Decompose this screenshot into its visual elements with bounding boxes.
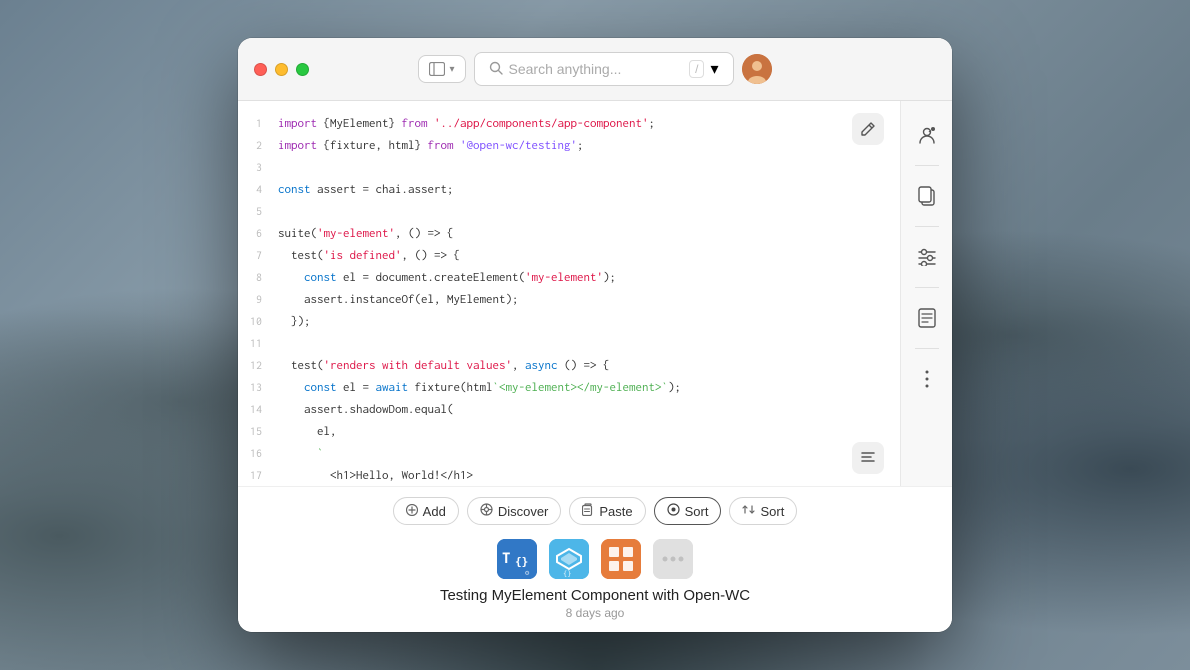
table-row: 4 const assert = chai.assert;: [238, 179, 900, 201]
search-shortcut: /: [689, 60, 704, 78]
table-row: 12 test('renders with default values', a…: [238, 355, 900, 377]
minimize-button[interactable]: [275, 63, 288, 76]
more-button[interactable]: [909, 361, 945, 397]
notes-button[interactable]: [909, 300, 945, 336]
filetype-row: T {} ⚙ {}: [238, 533, 952, 583]
avatar-image: [742, 54, 772, 84]
placeholder-icon-svg: [653, 539, 693, 579]
plus-icon: [406, 503, 418, 519]
footer-subtitle: 8 days ago: [254, 606, 936, 620]
separator: [915, 226, 939, 227]
search-bar[interactable]: Search anything... / ▾: [474, 52, 734, 86]
separator: [915, 165, 939, 166]
discover-icon: [480, 503, 493, 519]
sort-arrows-icon: [742, 503, 755, 519]
maximize-button[interactable]: [296, 63, 309, 76]
person-link-button[interactable]: [909, 117, 945, 153]
traffic-lights: [254, 63, 309, 76]
sort-button-1[interactable]: Sort: [654, 497, 722, 525]
right-sidebar: [900, 101, 952, 486]
search-chevron-icon: ▾: [710, 59, 718, 79]
chevron-icon: ▾: [449, 64, 454, 75]
table-row: 14 assert.shadowDom.equal(: [238, 399, 900, 421]
table-row: 7 test('is defined', () => {: [238, 245, 900, 267]
table-row: 8 const el = document.createElement('my-…: [238, 267, 900, 289]
discover-button[interactable]: Discover: [467, 497, 562, 525]
table-row: 17 <h1>Hello, World!</h1>: [238, 465, 900, 486]
avatar[interactable]: [742, 54, 772, 84]
code-lines: 1 import {MyElement} from '../app/compon…: [238, 101, 900, 486]
paste-icon: [582, 503, 594, 519]
toolbar-center: ▾ Search anything... / ▾: [418, 52, 771, 86]
grid-filetype-icon[interactable]: [601, 539, 641, 579]
sort-circle-icon: [667, 503, 680, 519]
svg-text:{}: {}: [515, 555, 528, 568]
copy-button[interactable]: [909, 178, 945, 214]
table-row: 10 });: [238, 311, 900, 333]
edit-button[interactable]: [852, 113, 884, 145]
footer-label: Testing MyElement Component with Open-WC…: [238, 583, 952, 632]
svg-text:T: T: [502, 551, 510, 567]
ts-icon-svg: T {} ⚙: [497, 539, 537, 579]
table-row: 16 `: [238, 443, 900, 465]
align-button[interactable]: [852, 442, 884, 474]
table-row: 13 const el = await fixture(html`<my-ele…: [238, 377, 900, 399]
wc-filetype-icon[interactable]: {}: [549, 539, 589, 579]
main-content: 1 import {MyElement} from '../app/compon…: [238, 101, 952, 486]
sliders-button[interactable]: [909, 239, 945, 275]
table-row: 11: [238, 333, 900, 355]
table-row: 3: [238, 157, 900, 179]
grid-icon-svg: [601, 539, 641, 579]
layout-icon: [429, 62, 445, 76]
table-row: 6 suite('my-element', () => {: [238, 223, 900, 245]
paste-button[interactable]: Paste: [569, 497, 645, 525]
ts-filetype-icon[interactable]: T {} ⚙: [497, 539, 537, 579]
footer-title: Testing MyElement Component with Open-WC: [254, 587, 936, 604]
main-window: ▾ Search anything... / ▾: [238, 38, 952, 632]
add-button[interactable]: Add: [393, 497, 459, 525]
table-row: 9 assert.instanceOf(el, MyElement);: [238, 289, 900, 311]
code-editor: 1 import {MyElement} from '../app/compon…: [238, 101, 900, 486]
separator: [915, 287, 939, 288]
svg-text:{}: {}: [563, 570, 571, 578]
placeholder-filetype-icon[interactable]: [653, 539, 693, 579]
titlebar: ▾ Search anything... / ▾: [238, 38, 952, 101]
table-row: 2 import {fixture, html} from '@open-wc/…: [238, 135, 900, 157]
sidebar-toggle-button[interactable]: ▾: [418, 55, 465, 83]
search-icon: [489, 61, 503, 78]
search-placeholder: Search anything...: [509, 61, 684, 77]
table-row: 1 import {MyElement} from '../app/compon…: [238, 113, 900, 135]
table-row: 15 el,: [238, 421, 900, 443]
action-bar: Add Discover: [238, 486, 952, 533]
wc-icon-svg: {}: [549, 539, 589, 579]
separator: [915, 348, 939, 349]
table-row: 5: [238, 201, 900, 223]
close-button[interactable]: [254, 63, 267, 76]
sort-button-2[interactable]: Sort: [729, 497, 797, 525]
